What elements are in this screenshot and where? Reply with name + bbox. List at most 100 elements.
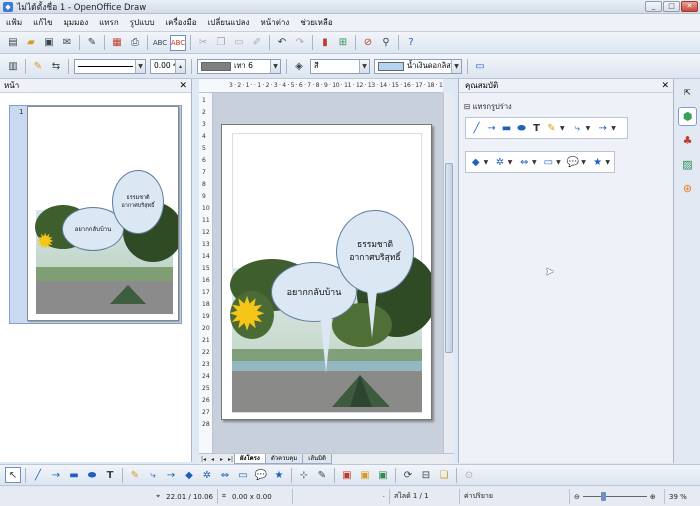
area-style-select[interactable]: สี ▼ [310, 58, 370, 74]
arrows-draw-icon[interactable]: → [163, 467, 179, 483]
draw-functions-icon[interactable]: ⊘ [360, 35, 376, 51]
callouts-icon[interactable]: 💬 [567, 156, 579, 169]
zoom-slider[interactable]: ⊖ ⊕ [570, 489, 665, 504]
line-color-select[interactable]: เทา 6 ▼ [197, 58, 281, 74]
help-icon[interactable]: ? [403, 35, 419, 51]
tab-layout[interactable]: ผังโครง [234, 454, 266, 464]
close-sidebar-icon[interactable]: ✕ [661, 79, 669, 93]
gallery-icon[interactable]: ▣ [375, 467, 391, 483]
vertical-scrollbar[interactable] [443, 93, 454, 453]
properties-deck-icon[interactable]: ⬢ [678, 107, 697, 126]
callout-draw-icon[interactable]: 💬 [253, 467, 269, 483]
area-fill-select[interactable]: น้ำเงินดอกลิส ▼ [374, 58, 462, 74]
page-thumbnail[interactable]: อยากกลับบ้าน ธรรมชาติ อากาศบริสุทธิ์ ✹ [27, 106, 179, 321]
menu-window[interactable]: หน้าต่าง [260, 16, 289, 29]
ellipse-draw-icon[interactable]: ⬬ [84, 467, 100, 483]
tab-dimension-lines[interactable]: เส้นมิติ [302, 454, 332, 464]
flowchart-draw-icon[interactable]: ▭ [235, 467, 251, 483]
navigator-deck-icon[interactable]: ⊛ [678, 179, 697, 198]
zoom-out-icon[interactable]: ⊖ [574, 493, 580, 501]
line-draw-icon[interactable]: ╱ [30, 467, 46, 483]
close-pages-pane-icon[interactable]: ✕ [179, 79, 187, 93]
arrange-icon[interactable]: ❏ [436, 467, 452, 483]
minimize-button[interactable]: _ [645, 1, 662, 12]
shadow-icon[interactable]: ▭ [472, 58, 488, 74]
maximize-button[interactable]: □ [663, 1, 680, 12]
glue-points-icon[interactable]: ✎ [314, 467, 330, 483]
styles-icon[interactable]: ▥ [5, 58, 21, 74]
gallery-deck-icon[interactable]: ▨ [678, 155, 697, 174]
basic-shapes-icon[interactable]: ◆ [470, 156, 482, 169]
table-icon[interactable]: ⊞ [335, 35, 351, 51]
flowchart-icon[interactable]: ▭ [543, 156, 555, 169]
undo-icon[interactable]: ↶ [274, 35, 290, 51]
tab-controls[interactable]: ตัวควบคุม [264, 454, 304, 464]
menu-view[interactable]: มุมมอง [64, 16, 89, 29]
open-icon[interactable]: ▰ [23, 35, 39, 51]
edit-file-icon[interactable]: ✎ [84, 35, 100, 51]
extrusion-icon[interactable]: ⊙ [461, 467, 477, 483]
paste-icon[interactable]: ▭ [231, 35, 247, 51]
zoom-level[interactable]: 39 % [665, 489, 700, 504]
next-tab-icon[interactable]: ▸ [217, 455, 226, 464]
zoom-icon[interactable]: ⚲ [378, 35, 394, 51]
text-draw-icon[interactable]: T [102, 467, 118, 483]
align-icon[interactable]: ⊟ [418, 467, 434, 483]
block-arrows-draw-icon[interactable]: ⇔ [217, 467, 233, 483]
prev-tab-icon[interactable]: ◂ [208, 455, 217, 464]
text-tool-icon[interactable]: T [530, 122, 543, 135]
cut-icon[interactable]: ✂ [195, 35, 211, 51]
symbol-draw-icon[interactable]: ✲ [199, 467, 215, 483]
line-tool-icon[interactable]: ╱ [470, 122, 483, 135]
stars-icon[interactable]: ★ [592, 156, 604, 169]
redo-icon[interactable]: ↷ [292, 35, 308, 51]
menu-edit[interactable]: แก้ไข [33, 16, 53, 29]
scrollbar-thumb[interactable] [445, 163, 453, 353]
menu-insert[interactable]: แทรก [99, 16, 119, 29]
save-icon[interactable]: ▣ [41, 35, 57, 51]
area-icon[interactable]: ◈ [291, 58, 307, 74]
close-window-button[interactable]: ✕ [681, 1, 698, 12]
email-icon[interactable]: ✉ [59, 35, 75, 51]
fontwork-icon[interactable]: ▣ [339, 467, 355, 483]
drawing-page[interactable]: อยากกลับบ้าน ธรรมชาติ อากาศบริสุทธิ์ ✹ [221, 124, 432, 420]
speech-cloud-right[interactable]: ธรรมชาติ อากาศบริสุทธิ์ [336, 210, 414, 294]
basic-shapes-draw-icon[interactable]: ◆ [181, 467, 197, 483]
menu-file[interactable]: แฟ้ม [6, 16, 22, 29]
sidebar-menu-icon[interactable]: ⇱ [678, 83, 697, 102]
curve-tool-icon[interactable]: ✎ [545, 122, 558, 135]
menu-modify[interactable]: เปลี่ยนแปลง [208, 16, 250, 29]
menu-tools[interactable]: เครื่องมือ [165, 16, 196, 29]
print-icon[interactable]: ⎙ [127, 35, 143, 51]
clone-format-icon[interactable]: ✐ [249, 35, 265, 51]
autospell-icon[interactable]: ABC [170, 34, 186, 51]
line-width-field[interactable]: 0.00 ซม ▴ [150, 58, 186, 74]
copy-icon[interactable]: ❐ [213, 35, 229, 51]
curve-draw-icon[interactable]: ✎ [127, 467, 143, 483]
arrow-style-icon[interactable]: ⇆ [48, 58, 64, 74]
zoom-in-icon[interactable]: ⊕ [650, 493, 656, 501]
sun-icon[interactable]: ✹ [223, 291, 271, 337]
first-tab-icon[interactable]: |◂ [199, 455, 208, 464]
ellipse-tool-icon[interactable]: ⬬ [515, 122, 528, 135]
connector-draw-icon[interactable]: ⤷ [145, 467, 161, 483]
export-pdf-icon[interactable]: ▦ [109, 35, 125, 51]
rotate-icon[interactable]: ⟳ [400, 467, 416, 483]
arrow-tool-icon[interactable]: → [485, 122, 498, 135]
insert-shapes-header[interactable]: ⊟ แทรกรูปร่าง [464, 101, 512, 113]
from-file-icon[interactable]: ▣ [357, 467, 373, 483]
rectangle-tool-icon[interactable]: ▬ [500, 122, 513, 135]
chart-icon[interactable]: ▮ [317, 35, 333, 51]
zoom-track[interactable] [582, 492, 647, 501]
spellcheck-icon[interactable]: ABC [152, 35, 168, 51]
connector-tool-icon[interactable]: ⤷ [571, 122, 584, 135]
menu-help[interactable]: ช่วยเหลือ [300, 16, 332, 29]
vertical-ruler[interactable]: 1 2 3 4 5 6 7 8 9 10 11 12 13 14 15 16 1… [199, 93, 213, 453]
select-tool-icon[interactable]: ↖ [5, 467, 21, 483]
block-arrows-icon[interactable]: ⇔ [518, 156, 530, 169]
line-style-select[interactable]: ▼ [74, 58, 146, 74]
points-icon[interactable]: ⊹ [296, 467, 312, 483]
zoom-thumb[interactable] [600, 492, 606, 501]
line-icon[interactable]: ✎ [30, 58, 46, 74]
menu-format[interactable]: รูปแบบ [130, 16, 155, 29]
